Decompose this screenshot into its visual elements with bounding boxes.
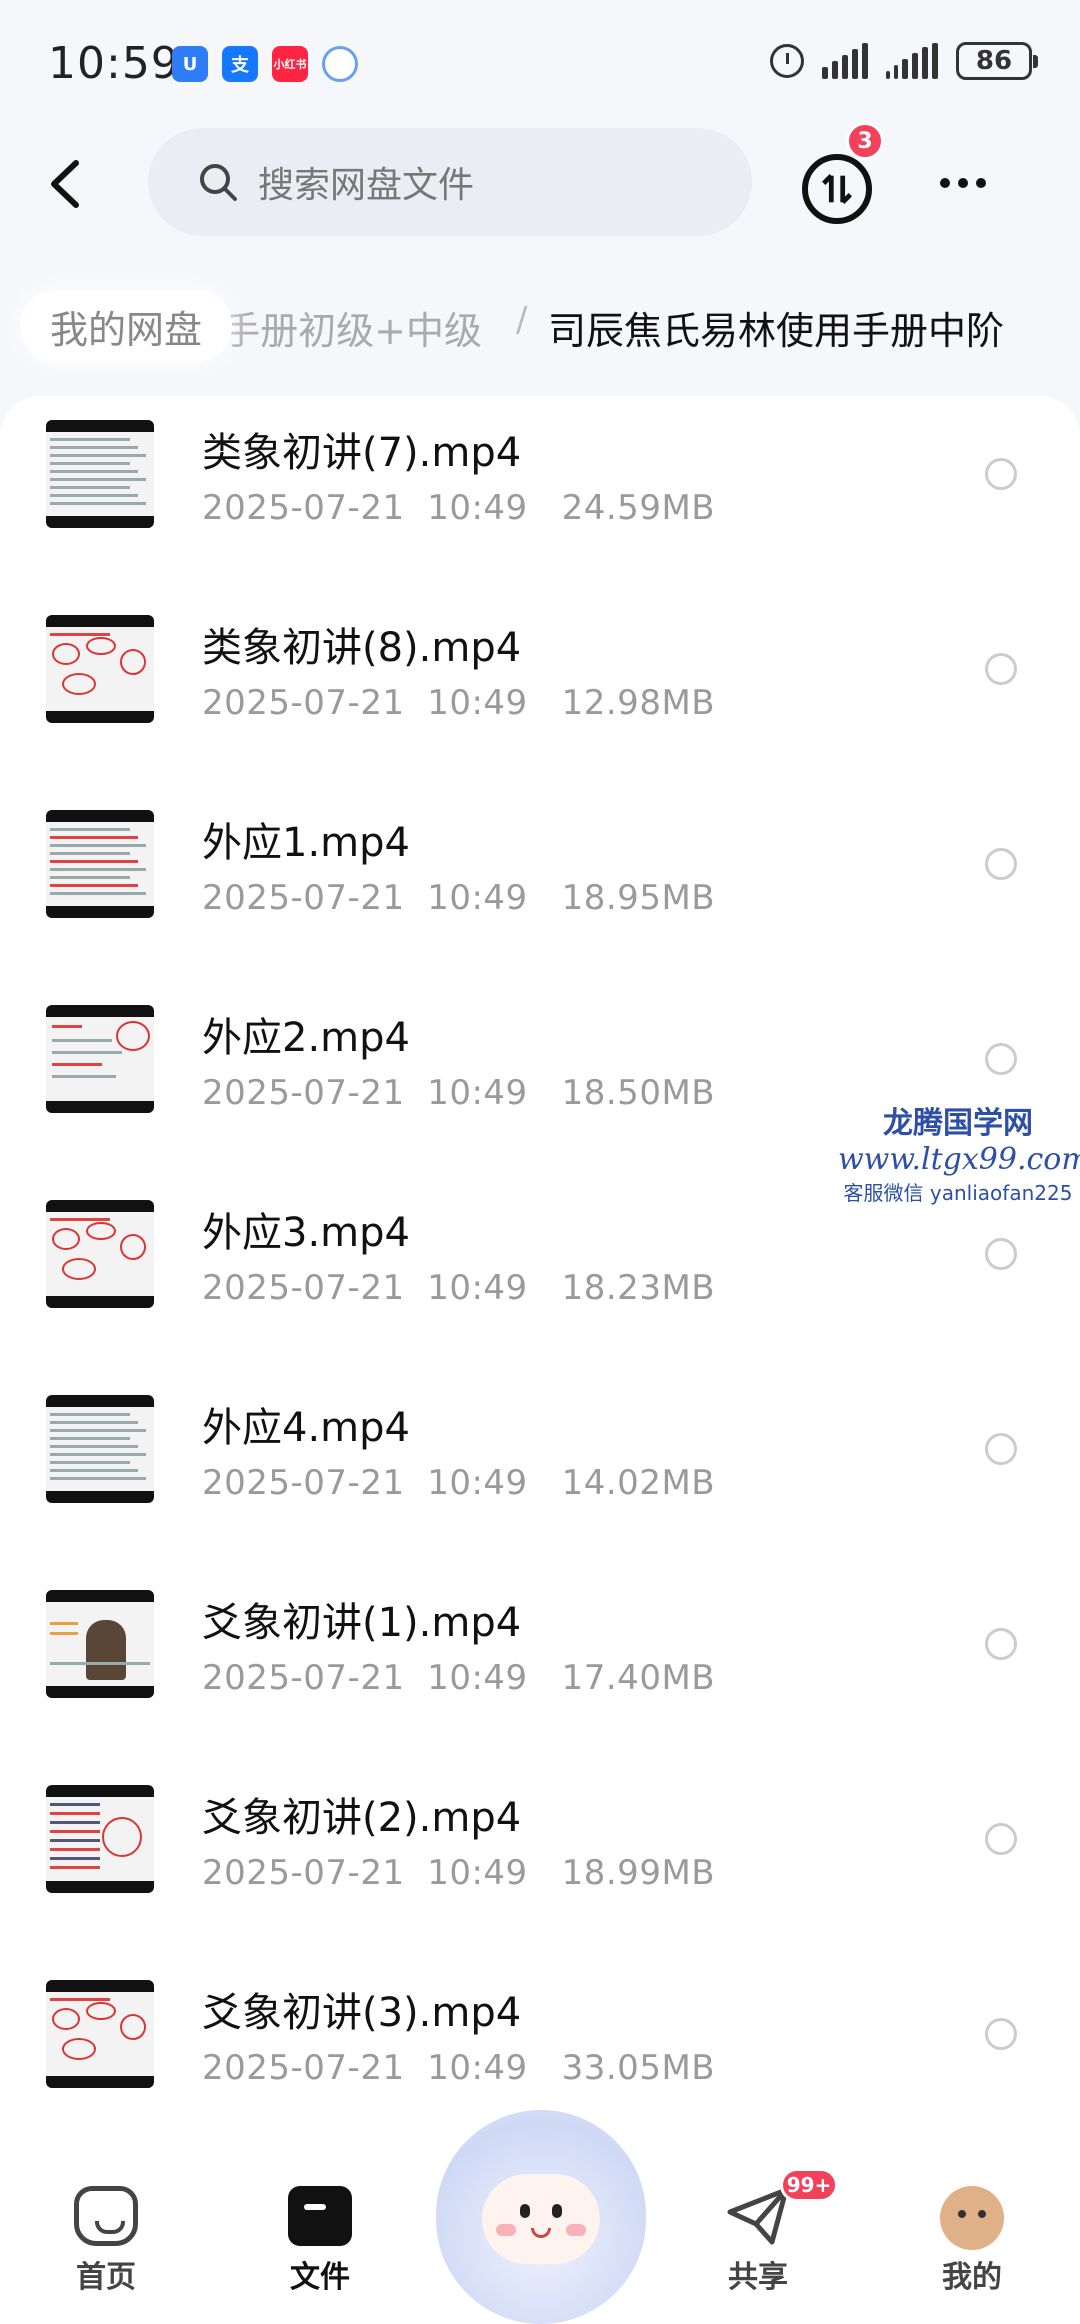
video-thumbnail [46, 615, 154, 723]
more-button[interactable] [940, 178, 986, 188]
file-row[interactable]: 外应1.mp4 2025-07-21 10:49 18.95MB [0, 786, 1080, 981]
home-icon [74, 2186, 138, 2246]
file-name: 外应1.mp4 [202, 820, 410, 866]
shield-app-icon: U [172, 46, 208, 82]
status-time: 10:59 [48, 38, 180, 89]
watermark: 龙腾国学网 www.ltgx99.com 客服微信 yanliaofan225 [838, 1098, 1080, 1206]
file-meta: 2025-07-21 10:49 18.99MB [202, 1853, 716, 1893]
more-dot-icon [976, 178, 986, 188]
select-checkbox[interactable] [985, 1043, 1017, 1075]
transfer-button[interactable] [802, 154, 872, 224]
video-thumbnail [46, 1590, 154, 1698]
breadcrumb-parent[interactable]: 手册初级+中级 [212, 300, 482, 355]
more-dot-icon [958, 178, 968, 188]
xiaohongshu-app-icon: 小红书 [272, 46, 308, 82]
file-meta: 2025-07-21 10:49 33.05MB [202, 2048, 716, 2088]
file-meta: 2025-07-21 10:49 17.40MB [202, 1658, 716, 1698]
file-name: 类象初讲(7).mp4 [202, 430, 522, 476]
file-row[interactable]: 类象初讲(7).mp4 2025-07-21 10:49 24.59MB [0, 396, 1080, 591]
file-row[interactable]: 类象初讲(8).mp4 2025-07-21 10:49 12.98MB [0, 591, 1080, 786]
select-checkbox[interactable] [985, 653, 1017, 685]
transfer-badge: 3 [846, 122, 884, 160]
nav-share-label: 共享 [728, 2260, 788, 2295]
file-name: 外应2.mp4 [202, 1015, 410, 1061]
nav-files-label: 文件 [290, 2260, 350, 2295]
assistant-mascot-button[interactable] [436, 2110, 646, 2324]
breadcrumb-parent-label: 手册初级+中级 [222, 309, 482, 353]
video-thumbnail [46, 1785, 154, 1893]
file-row[interactable]: 外应4.mp4 2025-07-21 10:49 14.02MB [0, 1371, 1080, 1566]
nav-files[interactable]: 文件 [250, 2186, 390, 2296]
paper-plane-icon [726, 2186, 790, 2246]
status-right: 86 [770, 42, 1038, 80]
file-meta: 2025-07-21 10:49 18.23MB [202, 1268, 716, 1308]
select-checkbox[interactable] [985, 1238, 1017, 1270]
video-thumbnail [46, 1200, 154, 1308]
breadcrumb: 我的网盘 手册初级+中级 / 司辰焦氏易林使用手册中阶 [0, 276, 1080, 376]
signal-2-icon [886, 43, 938, 79]
video-thumbnail [46, 810, 154, 918]
video-thumbnail [46, 1980, 154, 2088]
folder-icon [288, 2186, 352, 2246]
header: 搜索网盘文件 3 [0, 120, 1080, 250]
file-name: 爻象初讲(1).mp4 [202, 1600, 522, 1646]
file-name: 爻象初讲(2).mp4 [202, 1795, 522, 1841]
search-input[interactable]: 搜索网盘文件 [148, 128, 752, 236]
nav-home[interactable]: 首页 [36, 2186, 176, 2296]
watermark-title: 龙腾国学网 [883, 1106, 1033, 1141]
breadcrumb-separator: / [516, 300, 528, 340]
breadcrumb-current: 司辰焦氏易林使用手册中阶 [548, 309, 1005, 353]
watermark-contact: 客服微信 yanliaofan225 [843, 1181, 1073, 1205]
battery-level: 86 [975, 46, 1013, 76]
nav-share[interactable]: 共享 [688, 2186, 828, 2296]
watermark-url: www.ltgx99.com [838, 1142, 1080, 1177]
select-checkbox[interactable] [985, 1823, 1017, 1855]
file-row[interactable]: 爻象初讲(2).mp4 2025-07-21 10:49 18.99MB [0, 1761, 1080, 1956]
alipay-app-icon: 支 [222, 46, 258, 82]
chevron-left-icon [51, 160, 79, 208]
avatar [940, 2186, 1004, 2250]
more-dot-icon [940, 178, 950, 188]
breadcrumb-root[interactable]: 我的网盘 [20, 290, 233, 362]
nav-home-label: 首页 [76, 2260, 136, 2295]
select-checkbox[interactable] [985, 458, 1017, 490]
notification-icons: U 支小红书 [172, 46, 358, 82]
nav-mine-label: 我的 [942, 2260, 1002, 2295]
transfer-arrows-icon [822, 174, 852, 204]
file-name: 外应4.mp4 [202, 1405, 410, 1451]
select-checkbox[interactable] [985, 2018, 1017, 2050]
nav-mine[interactable]: 我的 [902, 2186, 1042, 2296]
file-name: 爻象初讲(3).mp4 [202, 1990, 522, 2036]
status-bar: 10:59 U 支小红书 86 [0, 0, 1080, 120]
file-name: 外应3.mp4 [202, 1210, 410, 1256]
video-thumbnail [46, 420, 154, 528]
file-meta: 2025-07-21 10:49 24.59MB [202, 488, 716, 528]
battery-indicator: 86 [956, 42, 1038, 80]
select-checkbox[interactable] [985, 1628, 1017, 1660]
file-name: 类象初讲(8).mp4 [202, 625, 522, 671]
file-list: 类象初讲(7).mp4 2025-07-21 10:49 24.59MB 类象初讲(… [0, 396, 1080, 2176]
video-thumbnail [46, 1005, 154, 1113]
file-meta: 2025-07-21 10:49 18.50MB [202, 1073, 716, 1113]
alarm-icon [770, 44, 804, 78]
mascot-face-icon [482, 2174, 600, 2264]
file-meta: 2025-07-21 10:49 12.98MB [202, 683, 716, 723]
file-meta: 2025-07-21 10:49 14.02MB [202, 1463, 716, 1503]
select-checkbox[interactable] [985, 1433, 1017, 1465]
signal-icon [822, 43, 868, 79]
file-meta: 2025-07-21 10:49 18.95MB [202, 878, 716, 918]
search-icon [200, 164, 237, 201]
video-thumbnail [46, 1395, 154, 1503]
back-button[interactable] [36, 154, 96, 214]
netdisk-app-icon [322, 46, 358, 82]
share-badge: 99+ [780, 2168, 838, 2202]
file-row[interactable]: 爻象初讲(1).mp4 2025-07-21 10:49 17.40MB [0, 1566, 1080, 1761]
select-checkbox[interactable] [985, 848, 1017, 880]
search-placeholder: 搜索网盘文件 [258, 165, 475, 206]
